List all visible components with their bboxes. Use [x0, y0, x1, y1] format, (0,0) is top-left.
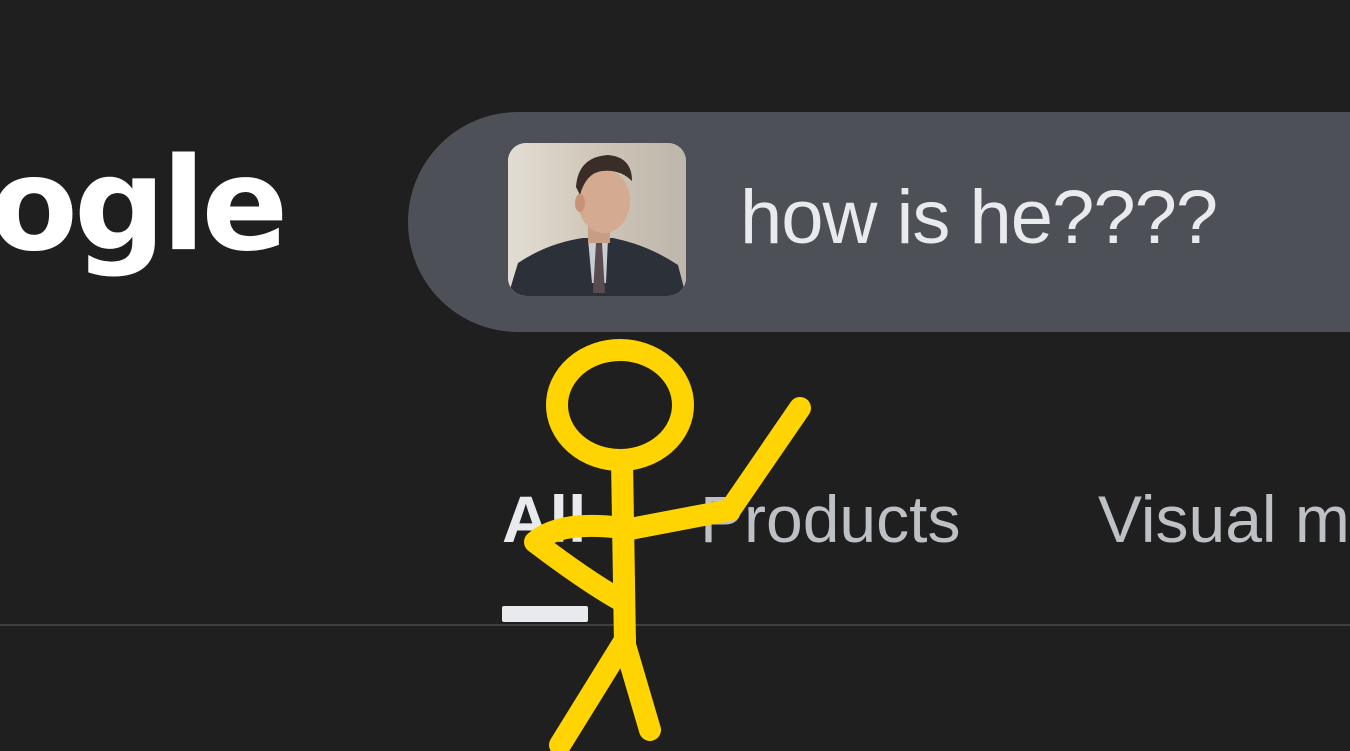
tab-visual-matches[interactable]: Visual m: [1098, 486, 1350, 552]
search-query-text[interactable]: how is he????: [740, 180, 1218, 256]
tab-all[interactable]: All: [502, 486, 586, 552]
tabs-divider: [0, 624, 1350, 626]
selected-tab-indicator: [502, 606, 588, 622]
tab-products[interactable]: Products: [700, 486, 960, 552]
google-logo[interactable]: ogle: [0, 142, 288, 270]
search-image-thumbnail[interactable]: [508, 143, 686, 296]
person-photo-thumbnail-icon: [508, 143, 686, 296]
search-results-page: ogle how is he???? All Products Visual m: [0, 0, 1350, 751]
